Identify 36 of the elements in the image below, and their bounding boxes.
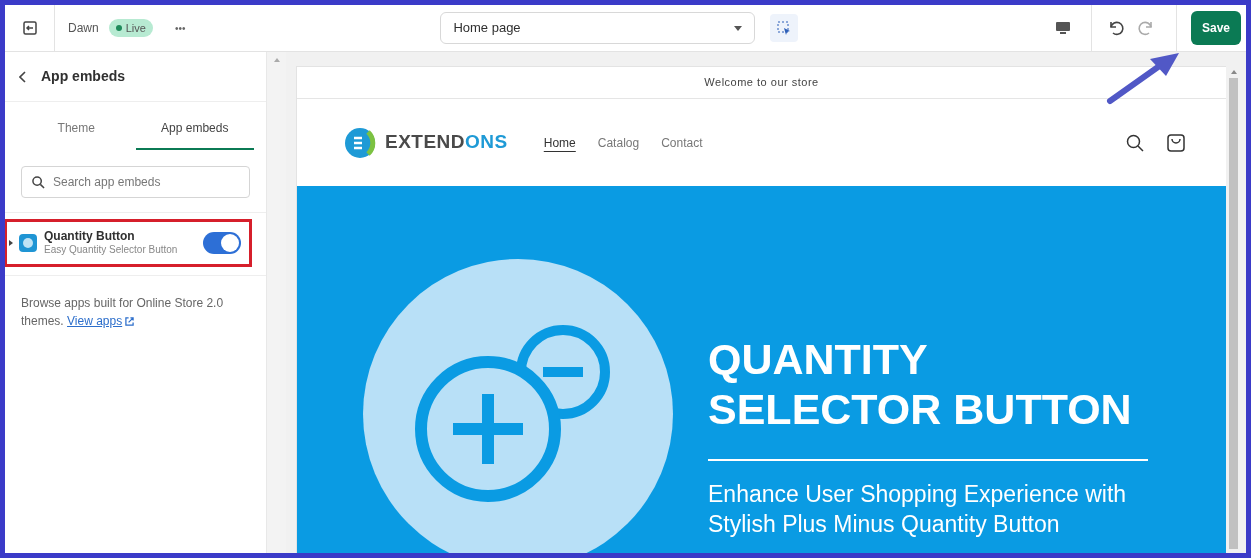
app-name: Quantity Button xyxy=(44,230,136,243)
scroll-up-icon[interactable] xyxy=(1230,70,1237,74)
search-icon[interactable] xyxy=(1126,133,1144,152)
browse-apps-text: Browse apps built for Online Store 2.0 themes. View apps xyxy=(20,295,225,330)
nav-link[interactable]: Home xyxy=(543,133,576,152)
app-icon xyxy=(19,234,37,252)
expand-icon[interactable] xyxy=(9,240,13,246)
page-select[interactable]: Home page xyxy=(440,12,756,44)
nav-link[interactable]: Contact xyxy=(661,133,703,152)
scrollbar-thumb[interactable] xyxy=(1229,78,1238,549)
hero-title: QUANTITY xyxy=(708,334,929,384)
cart-icon[interactable] xyxy=(1166,132,1186,153)
toggle-switch[interactable] xyxy=(203,232,241,254)
logo-text: EXTENDONS xyxy=(385,130,508,155)
hero-title: SELECTOR BUTTON xyxy=(708,384,1133,434)
tab[interactable]: Theme xyxy=(17,108,136,150)
panel-title: App embeds xyxy=(41,67,125,86)
hero-subtitle: Stylish Plus Minus Quantity Button xyxy=(708,510,1061,539)
external-link-icon xyxy=(125,316,135,326)
desktop-icon[interactable] xyxy=(1055,20,1071,36)
save-button[interactable]: Save xyxy=(1191,11,1241,45)
logo-icon xyxy=(343,125,377,160)
back-icon[interactable] xyxy=(19,70,27,83)
announcement-text: Welcome to our store xyxy=(704,75,819,91)
theme-name: Dawn xyxy=(68,20,99,37)
caret-icon xyxy=(734,25,743,31)
search-field[interactable]: Search app embeds xyxy=(21,166,250,198)
search-icon xyxy=(32,176,45,189)
hero-subtitle: Enhance User Shopping Experience with xyxy=(708,480,1128,509)
more-button[interactable]: ••• xyxy=(174,20,186,36)
live-badge: Live xyxy=(108,19,153,37)
nav-link[interactable]: Catalog xyxy=(597,133,640,152)
app-subtitle: Easy Quantity Selector Button xyxy=(44,243,179,256)
view-apps-link[interactable]: View apps xyxy=(67,312,135,330)
app-embed-row[interactable]: Quantity Button Easy Quantity Selector Button xyxy=(5,219,252,267)
tab[interactable]: App embeds xyxy=(135,108,254,150)
